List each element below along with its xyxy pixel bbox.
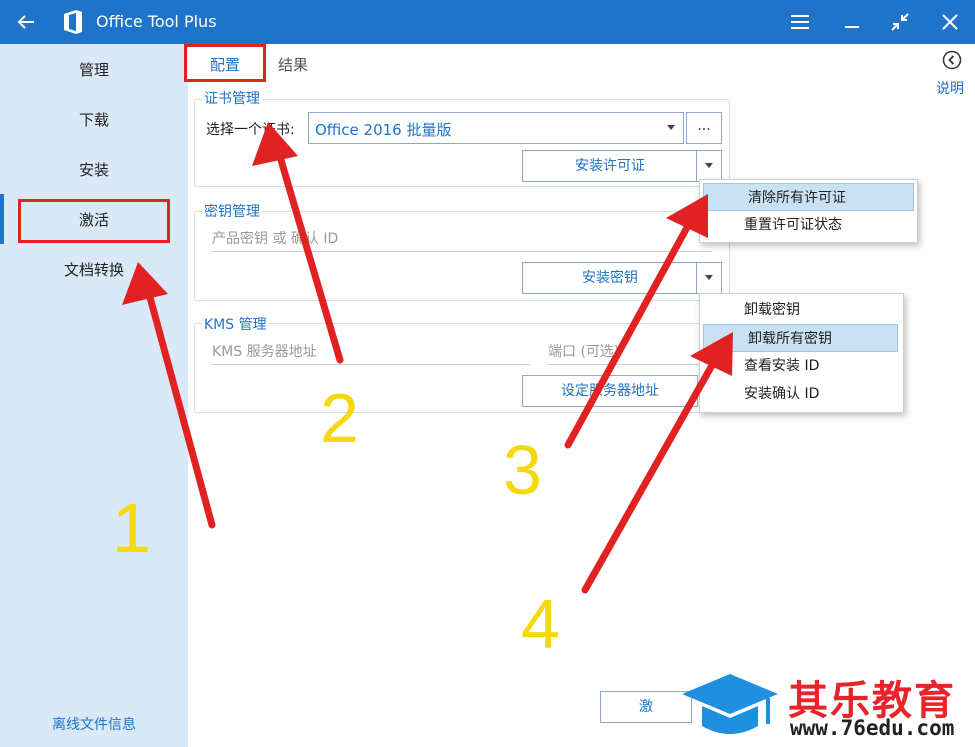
tab-result[interactable]: 结果 [278,54,308,75]
minimize-icon[interactable] [840,10,864,34]
install-key-dropdown[interactable] [696,262,722,294]
annotation-number-4: 4 [521,585,560,663]
cert-group-title: 证书管理 [202,88,262,108]
sidebar: 管理 下载 安装 激活 文档转换 离线文件信息 [0,44,188,747]
browse-cert-button[interactable]: ... [686,112,722,144]
sidebar-item-install[interactable]: 安装 [0,150,188,190]
annotation-number-1: 1 [112,489,151,567]
key-group-title: 密钥管理 [202,201,262,221]
annotation-number-3: 3 [503,431,542,509]
kms-port-input[interactable] [548,344,712,365]
menu-item-install-confirmation-id[interactable]: 安装确认 ID [700,380,903,408]
menu-item-uninstall-all-keys[interactable]: 卸载所有密钥 [703,324,898,352]
menu-item-view-install-id[interactable]: 查看安装 ID [700,352,903,380]
cert-select-value: Office 2016 批量版 [315,121,452,139]
menu-item-reset-license-status[interactable]: 重置许可证状态 [700,211,917,239]
sidebar-item-manage[interactable]: 管理 [0,50,188,90]
sidebar-item-doc-convert[interactable]: 文档转换 [0,250,188,290]
chevron-down-icon [705,163,713,168]
select-cert-label: 选择一个证书: [206,122,295,138]
menu-item-uninstall-key[interactable]: 卸载密钥 [700,296,903,324]
graduation-cap-icon [682,674,778,734]
watermark-url: www.76edu.com [790,716,955,740]
sidebar-item-download[interactable]: 下载 [0,100,188,140]
key-menu: 卸载密钥 卸载所有密钥 查看安装 ID 安装确认 ID [699,293,904,413]
office-logo-icon [64,10,82,34]
watermark: 其乐教育 www.76edu.com [678,662,975,747]
cert-select[interactable]: Office 2016 批量版 [308,112,684,144]
set-server-button[interactable]: 设定服务器地址 [522,375,698,407]
chevron-down-icon [667,125,675,130]
chevron-down-icon [705,275,713,280]
title-bar: Office Tool Plus [0,0,975,44]
product-key-input[interactable] [212,231,712,252]
back-arrow-icon[interactable] [14,10,38,34]
restore-icon[interactable] [888,10,912,34]
license-menu: 清除所有许可证 重置许可证状态 [699,179,918,243]
kms-group-title: KMS 管理 [202,314,269,334]
kms-server-input[interactable] [212,344,530,365]
install-key-button[interactable]: 安装密钥 [522,262,698,294]
menu-item-clear-licenses[interactable]: 清除所有许可证 [703,183,914,211]
window-title: Office Tool Plus [96,12,217,31]
install-license-dropdown[interactable] [696,150,722,182]
annotation-number-2: 2 [320,379,359,457]
menu-icon[interactable] [788,10,812,34]
help-label[interactable]: 说明 [936,78,964,98]
highlight-box-activate [18,199,170,243]
close-icon[interactable] [938,10,962,34]
highlight-box-config [184,44,266,82]
install-license-button[interactable]: 安装许可证 [522,150,698,182]
help-collapse-icon[interactable] [942,50,962,70]
offline-file-info-link[interactable]: 离线文件信息 [0,714,188,734]
